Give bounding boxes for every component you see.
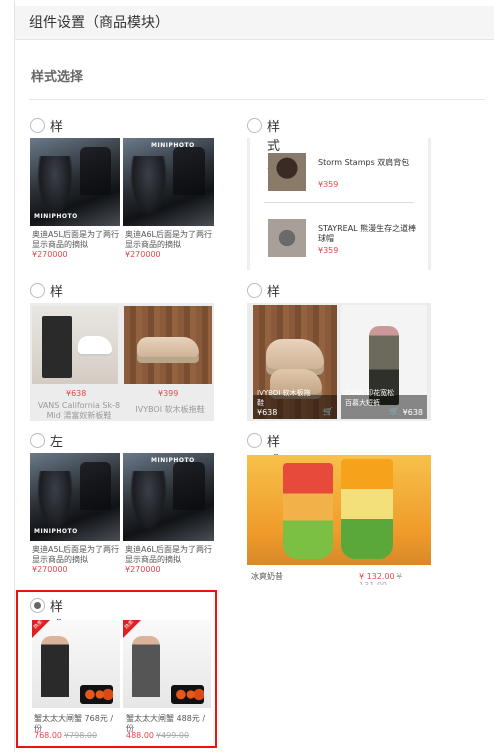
product-caption: IVYBOI 软木板拖鞋 xyxy=(257,389,311,407)
product-price: ¥270000 xyxy=(32,565,68,574)
product-image: 热卖 xyxy=(123,620,211,708)
product-price: ¥399 xyxy=(158,389,179,398)
product-price: ¥359 xyxy=(318,246,339,255)
cup-shape xyxy=(283,463,333,559)
product-price: ¥270000 xyxy=(125,250,161,259)
stool-shape xyxy=(42,316,72,378)
slide-style-preview[interactable]: MINIPHOTO MINIPHOTO 奥迪A5L后面是为了两行显示商品的摘拟 … xyxy=(30,453,214,579)
product-price: ¥638 xyxy=(257,408,278,417)
radio-style-5[interactable] xyxy=(247,433,262,448)
product-price: 488.00 xyxy=(126,731,154,740)
product-image xyxy=(268,153,306,191)
radio-style-3[interactable] xyxy=(30,283,45,298)
product-caption: 冰爽奶昔 xyxy=(251,572,283,581)
image-watermark: MINIPHOTO xyxy=(151,457,195,464)
sandal-shape xyxy=(137,337,199,358)
style-1-preview[interactable]: MINIPHOTO MINIPHOTO 奥迪A5L后面是为了两行显示商品的摘拟 … xyxy=(30,138,214,264)
radio-style-2[interactable] xyxy=(247,118,262,133)
product-image xyxy=(247,455,431,565)
product-price: ¥638 xyxy=(402,408,423,417)
image-watermark: MINIPHOTO xyxy=(34,213,78,220)
radio-style-slide[interactable] xyxy=(30,433,45,448)
product-title: Storm Stamps 双肩背包 xyxy=(318,158,410,167)
radio-style-1[interactable] xyxy=(30,118,45,133)
cart-icon: 🛒 xyxy=(389,407,399,416)
shoe-shape xyxy=(78,336,112,354)
product-image: MINIPHOTO xyxy=(30,138,120,226)
crab-box-shape xyxy=(79,685,113,705)
product-image: MINIPHOTO xyxy=(30,453,120,541)
product-overlay: ZARA 印花宽松百慕大短裤 ¥638 🛒 xyxy=(341,389,427,419)
image-watermark: MINIPHOTO xyxy=(151,142,195,149)
original-price: ¥499.00 xyxy=(156,731,190,740)
model-shape xyxy=(40,635,69,698)
product-image: ZARA 印花宽松百慕大短裤 ¥638 🛒 xyxy=(341,305,427,419)
section-divider xyxy=(29,99,485,100)
product-image: MINIPHOTO xyxy=(123,453,214,541)
product-overlay: IVYBOI 软木板拖鞋 ¥638 🛒 xyxy=(253,389,337,419)
product-price-group: 488.00 ¥499.00 xyxy=(126,731,189,740)
product-image xyxy=(268,219,306,257)
product-price: ¥270000 xyxy=(32,250,68,259)
style-5-preview[interactable]: 冰爽奶昔 ¥ 132.00¥ 131.00 xyxy=(247,453,431,585)
product-image: IVYBOI 软木板拖鞋 ¥638 🛒 xyxy=(253,305,337,419)
radio-style-6-selected[interactable] xyxy=(30,598,45,613)
product-price: ¥359 xyxy=(318,180,339,189)
product-price-group: ¥ 132.00¥ 131.00 xyxy=(359,572,431,585)
product-caption: 奥迪A5L后面是为了两行显示商品的摘拟 xyxy=(32,230,120,249)
product-price: ¥270000 xyxy=(125,565,161,574)
product-price: 768.00 xyxy=(34,731,62,740)
product-image: MINIPHOTO xyxy=(123,138,214,226)
radio-style-4[interactable] xyxy=(247,283,262,298)
style-6-preview[interactable]: 热卖 热卖 蟹太太大闸蟹 768元 / 份 768.00 ¥798.00 蟹太太大… xyxy=(30,618,214,744)
product-image xyxy=(124,306,212,384)
list-item: STAYREAL 熊漫生存之道棒球帽 ¥359 xyxy=(268,214,418,266)
product-price: ¥638 xyxy=(66,389,87,398)
cart-icon: 🛒 xyxy=(323,407,333,416)
section-title: 样式选择 xyxy=(31,70,84,85)
product-caption: 奥迪A6L后面是为了两行显示商品的摘拟 xyxy=(125,545,213,564)
product-caption: IVYBOI 软木板拖鞋 xyxy=(135,405,205,414)
product-image xyxy=(32,306,118,384)
crab-box-shape xyxy=(170,685,204,705)
product-image: 热卖 xyxy=(32,620,120,708)
style-4-preview[interactable]: IVYBOI 软木板拖鞋 ¥638 🛒 ZARA 印花宽松百慕大短裤 ¥638 … xyxy=(247,303,431,421)
product-caption: 奥迪A6L后面是为了两行显示商品的摘拟 xyxy=(125,230,213,249)
cup-shape xyxy=(341,459,393,559)
sandal-shape xyxy=(265,339,325,369)
product-price-group: 768.00 ¥798.00 xyxy=(34,731,97,740)
original-price: ¥798.00 xyxy=(64,731,98,740)
product-caption: VANS California Sk-8 Mid 湯富奴新板鞋 xyxy=(37,401,121,420)
product-price: ¥ 132.00 xyxy=(359,572,395,581)
list-item: Storm Stamps 双肩背包 ¥359 xyxy=(268,148,418,200)
panel-header: 组件设置（商品模块） xyxy=(15,6,494,40)
style-2-preview[interactable]: Storm Stamps 双肩背包 ¥359 STAYREAL 熊漫生存之道棒球… xyxy=(247,138,431,270)
product-caption: ZARA 印花宽松百慕大短裤 xyxy=(345,389,395,407)
style-3-preview[interactable]: ¥638 VANS California Sk-8 Mid 湯富奴新板鞋 ¥39… xyxy=(30,303,214,421)
product-title: STAYREAL 熊漫生存之道棒球帽 xyxy=(318,224,417,243)
product-caption: 奥迪A5L后面是为了两行显示商品的摘拟 xyxy=(32,545,120,564)
model-shape xyxy=(131,635,160,698)
list-divider xyxy=(264,202,414,203)
image-watermark: MINIPHOTO xyxy=(34,528,78,535)
